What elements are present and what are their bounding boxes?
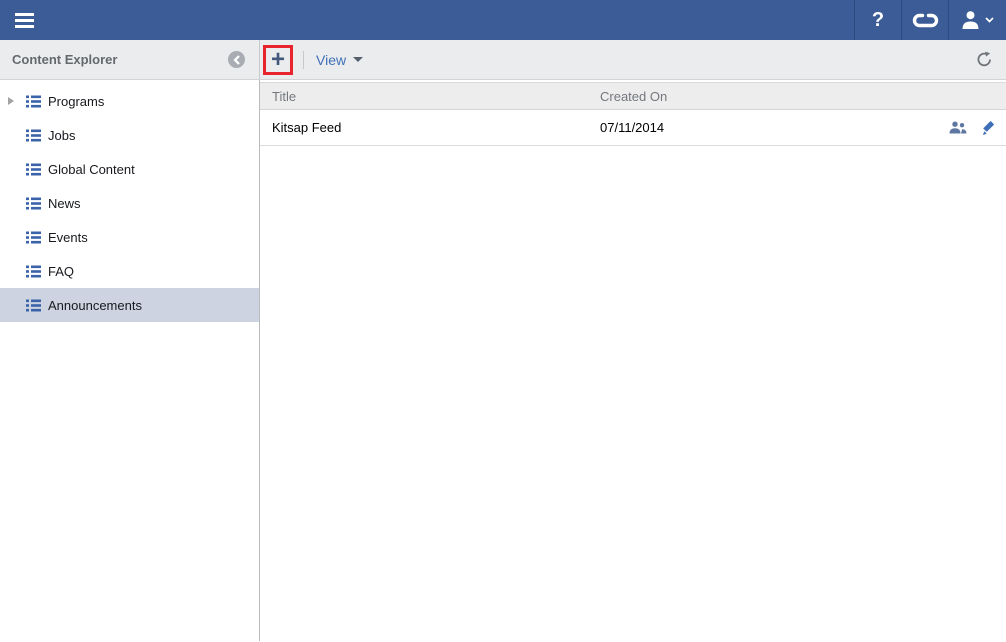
list-icon: [26, 95, 41, 108]
list-icon: [26, 197, 41, 210]
sidebar-item-label: Events: [48, 230, 88, 245]
sidebar-item-events[interactable]: Events: [0, 220, 259, 254]
row-title[interactable]: Kitsap Feed: [260, 120, 600, 135]
table-row[interactable]: Kitsap Feed 07/11/2014: [260, 110, 1006, 146]
sidebar-item-news[interactable]: News: [0, 186, 259, 220]
edit-button[interactable]: [982, 120, 998, 136]
table-header: Title Created On: [260, 82, 1006, 110]
hamburger-menu-button[interactable]: [0, 0, 48, 40]
sidebar-item-jobs[interactable]: Jobs: [0, 118, 259, 152]
refresh-icon: [976, 51, 993, 68]
toolbar: + View: [260, 40, 1006, 79]
annotation-highlight-box: +: [263, 45, 293, 75]
permissions-button[interactable]: [949, 121, 967, 134]
user-icon: [961, 10, 980, 30]
collapse-sidebar-button[interactable]: [228, 51, 245, 68]
site-link-button[interactable]: [901, 0, 948, 40]
sidebar-item-label: FAQ: [48, 264, 74, 279]
item-list-panel: Title Created On Kitsap Feed 07/11/2014: [260, 80, 1006, 641]
list-icon: [26, 299, 41, 312]
add-item-button[interactable]: +: [266, 48, 290, 72]
edit-pencil-icon: [982, 120, 998, 136]
row-actions: [940, 120, 1006, 136]
list-icon: [26, 265, 41, 278]
content-explorer-sidebar: Programs Jobs: [0, 80, 260, 641]
list-icon: [26, 129, 41, 142]
sidebar-item-announcements[interactable]: Announcements: [0, 288, 259, 322]
toolbar-divider: [303, 51, 304, 69]
view-dropdown-button[interactable]: View: [316, 52, 363, 68]
sidebar-item-label: Announcements: [48, 298, 142, 313]
chevron-down-icon: [985, 17, 994, 23]
list-icon: [26, 231, 41, 244]
top-bar: ?: [0, 0, 1006, 40]
sidebar-item-global-content[interactable]: Global Content: [0, 152, 259, 186]
refresh-button[interactable]: [972, 48, 996, 72]
user-menu-button[interactable]: [948, 0, 1006, 40]
sidebar-item-label: Global Content: [48, 162, 135, 177]
chevron-left-circle-icon: [233, 55, 241, 65]
caret-down-icon: [353, 57, 363, 62]
link-icon: [912, 13, 939, 28]
list-icon: [26, 163, 41, 176]
expander-slot[interactable]: [8, 97, 22, 105]
sidebar-item-label: News: [48, 196, 81, 211]
sub-header-row: Content Explorer + View: [0, 40, 1006, 80]
column-header-title[interactable]: Title: [260, 89, 600, 104]
panel-title: Content Explorer: [12, 52, 228, 67]
sidebar-item-programs[interactable]: Programs: [0, 84, 259, 118]
users-icon: [949, 121, 967, 134]
view-dropdown-label: View: [316, 52, 346, 68]
sidebar-item-label: Jobs: [48, 128, 75, 143]
hamburger-menu-icon: [15, 13, 34, 28]
help-button[interactable]: ?: [854, 0, 901, 40]
sidebar-item-faq[interactable]: FAQ: [0, 254, 259, 288]
sidebar-item-label: Programs: [48, 94, 104, 109]
content-area: Programs Jobs: [0, 80, 1006, 641]
help-icon: ?: [872, 10, 884, 30]
row-created-on: 07/11/2014: [600, 120, 940, 135]
expand-triangle-icon: [8, 97, 14, 105]
content-explorer-header: Content Explorer: [0, 40, 260, 79]
top-bar-actions: ?: [854, 0, 1006, 40]
column-header-created-on[interactable]: Created On: [600, 89, 1006, 104]
